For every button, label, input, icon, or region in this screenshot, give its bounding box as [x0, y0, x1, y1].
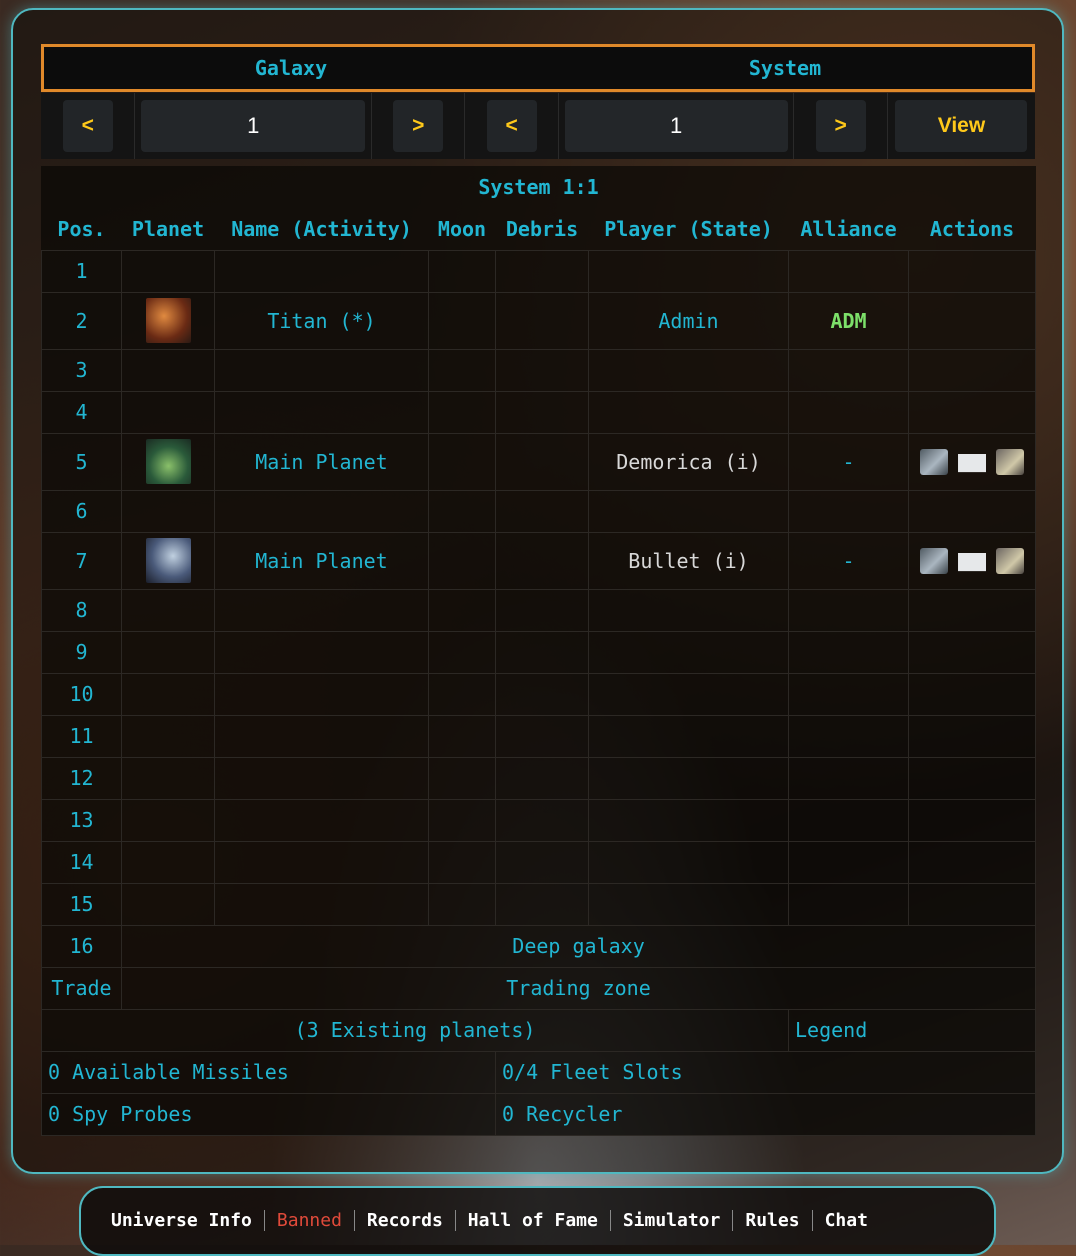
column-header: Planet [131, 216, 205, 241]
table-row: 10 [41, 672, 1037, 716]
planet-name[interactable]: Main Planet [214, 432, 429, 491]
table-row: 4 [41, 390, 1037, 434]
position-cell: 10 [41, 672, 122, 716]
alliance-tag[interactable]: ADM [788, 291, 909, 350]
galaxy-prev-button[interactable]: < [62, 100, 113, 152]
position-cell: 6 [41, 489, 122, 533]
position-cell: 3 [41, 348, 122, 392]
planet-name[interactable]: Titan (*) [214, 291, 429, 350]
player-name[interactable]: Bullet (i) [588, 531, 789, 590]
trading-zone-label: Trading zone [120, 966, 1037, 1010]
table-row: 1 [41, 249, 1037, 293]
recycler-count: 0 Recycler [494, 1092, 1037, 1136]
navigation-row: < 1 > < 1 > View [41, 93, 1035, 159]
planet-image[interactable] [145, 298, 191, 343]
column-header: Pos. [57, 216, 106, 241]
summary-row: (3 Existing planets) Legend [41, 1008, 1037, 1052]
position-cell: 8 [41, 588, 122, 632]
espionage-icon[interactable] [920, 547, 949, 574]
position-cell: 15 [41, 882, 122, 926]
position-cell: Trade [41, 966, 122, 1010]
footer-link-records[interactable]: Records [355, 1210, 456, 1231]
table-row: 9 [41, 630, 1037, 674]
table-row: 7 Main Planet Bullet (i) - [41, 531, 1037, 590]
position-cell: 9 [41, 630, 122, 674]
system-prev-button[interactable]: < [486, 100, 537, 152]
probes-row: 0 Spy Probes 0 Recycler [41, 1092, 1037, 1136]
footer-nav: Universe Info Banned Records Hall of Fam… [79, 1186, 996, 1256]
trading-zone-row: Trade Trading zone [41, 966, 1037, 1010]
column-header: Debris [505, 216, 579, 241]
galaxy-next-button[interactable]: > [393, 100, 444, 152]
position-cell: 4 [41, 390, 122, 434]
buddy-icon[interactable] [996, 547, 1025, 574]
system-label: System [748, 56, 822, 80]
column-header: Moon [437, 216, 487, 241]
missiles-count: 0 Available Missiles [41, 1050, 496, 1094]
missiles-row: 0 Available Missiles 0/4 Fleet Slots [41, 1050, 1037, 1094]
column-header: Actions [929, 216, 1015, 241]
table-row: 13 [41, 798, 1037, 842]
deep-galaxy-label: Deep galaxy [120, 924, 1037, 968]
table-row: 14 [41, 840, 1037, 884]
table-row: 3 [41, 348, 1037, 392]
planet-name[interactable]: Main Planet [214, 531, 429, 590]
table-row: 12 [41, 756, 1037, 800]
system-table: System 1:1 Pos. Planet Name (Activity) M… [41, 166, 1037, 1136]
position-cell: 2 [41, 291, 122, 350]
espionage-icon[interactable] [920, 448, 949, 475]
alliance-tag: - [788, 531, 909, 590]
galaxy-input[interactable]: 1 [141, 100, 366, 152]
position-cell: 1 [41, 249, 122, 293]
position-cell: 12 [41, 756, 122, 800]
galaxy-system-header: Galaxy System [41, 44, 1035, 92]
system-next-button[interactable]: > [815, 100, 866, 152]
position-cell: 5 [41, 432, 122, 491]
footer-link-chat[interactable]: Chat [813, 1210, 880, 1231]
deep-galaxy-row: 16 Deep galaxy [41, 924, 1037, 968]
alliance-tag: - [788, 432, 909, 491]
footer-link-simulator[interactable]: Simulator [611, 1210, 734, 1231]
fleet-slots: 0/4 Fleet Slots [494, 1050, 1037, 1094]
table-row: 8 [41, 588, 1037, 632]
position-cell: 16 [41, 924, 122, 968]
buddy-icon[interactable] [996, 448, 1025, 475]
planet-image[interactable] [145, 439, 191, 484]
position-cell: 13 [41, 798, 122, 842]
position-cell: 7 [41, 531, 122, 590]
legend-link[interactable]: Legend [787, 1008, 1037, 1052]
spy-probes-count: 0 Spy Probes [41, 1092, 496, 1136]
footer-link-universe-info[interactable]: Universe Info [99, 1210, 265, 1231]
table-row: 15 [41, 882, 1037, 926]
position-cell: 14 [41, 840, 122, 884]
planet-image[interactable] [145, 538, 191, 583]
galaxy-label: Galaxy [254, 56, 328, 80]
existing-planets: (3 Existing planets) [41, 1008, 789, 1052]
table-row: 11 [41, 714, 1037, 758]
table-row: 5 Main Planet Demorica (i) - [41, 432, 1037, 491]
footer-link-banned[interactable]: Banned [265, 1210, 355, 1231]
position-cell: 11 [41, 714, 122, 758]
column-header: Name (Activity) [231, 216, 412, 241]
column-header: Player (State) [604, 216, 773, 241]
player-name[interactable]: Admin [588, 291, 789, 350]
system-title: System 1:1 [478, 175, 599, 199]
message-icon[interactable] [958, 552, 987, 572]
footer-link-rules[interactable]: Rules [733, 1210, 813, 1231]
system-input[interactable]: 1 [564, 100, 788, 152]
message-icon[interactable] [958, 453, 987, 473]
column-header: Alliance [800, 216, 897, 241]
table-row: 2 Titan (*) Admin ADM [41, 291, 1037, 350]
player-name[interactable]: Demorica (i) [588, 432, 789, 491]
table-row: 6 [41, 489, 1037, 533]
footer-link-hall-of-fame[interactable]: Hall of Fame [456, 1210, 611, 1231]
view-button[interactable]: View [895, 100, 1028, 152]
